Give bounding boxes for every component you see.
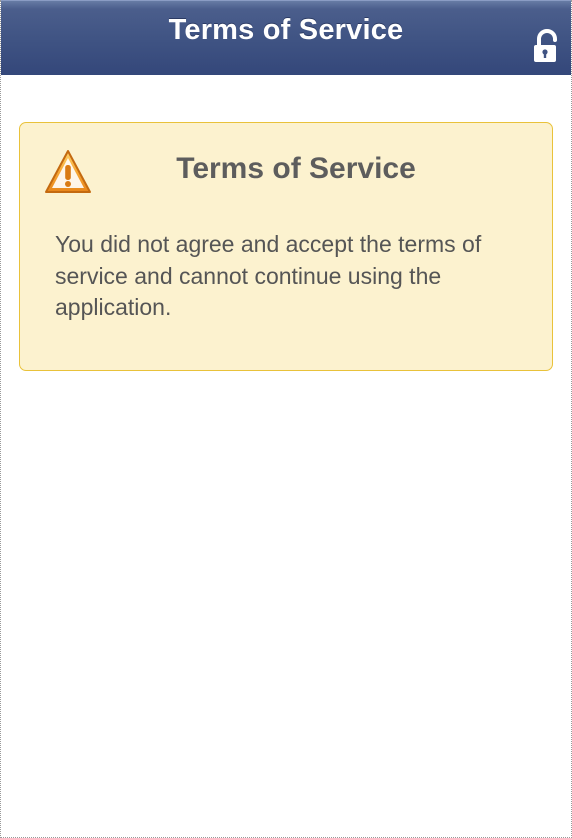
terms-alert-panel: Terms of Service You did not agree and a… — [19, 122, 553, 371]
alert-message: You did not agree and accept the terms o… — [55, 231, 482, 320]
page-title: Terms of Service — [168, 14, 404, 46]
lock-icon[interactable] — [532, 28, 562, 64]
header-bar: Terms of Service — [1, 0, 571, 75]
alert-title: Terms of Service — [176, 152, 416, 185]
